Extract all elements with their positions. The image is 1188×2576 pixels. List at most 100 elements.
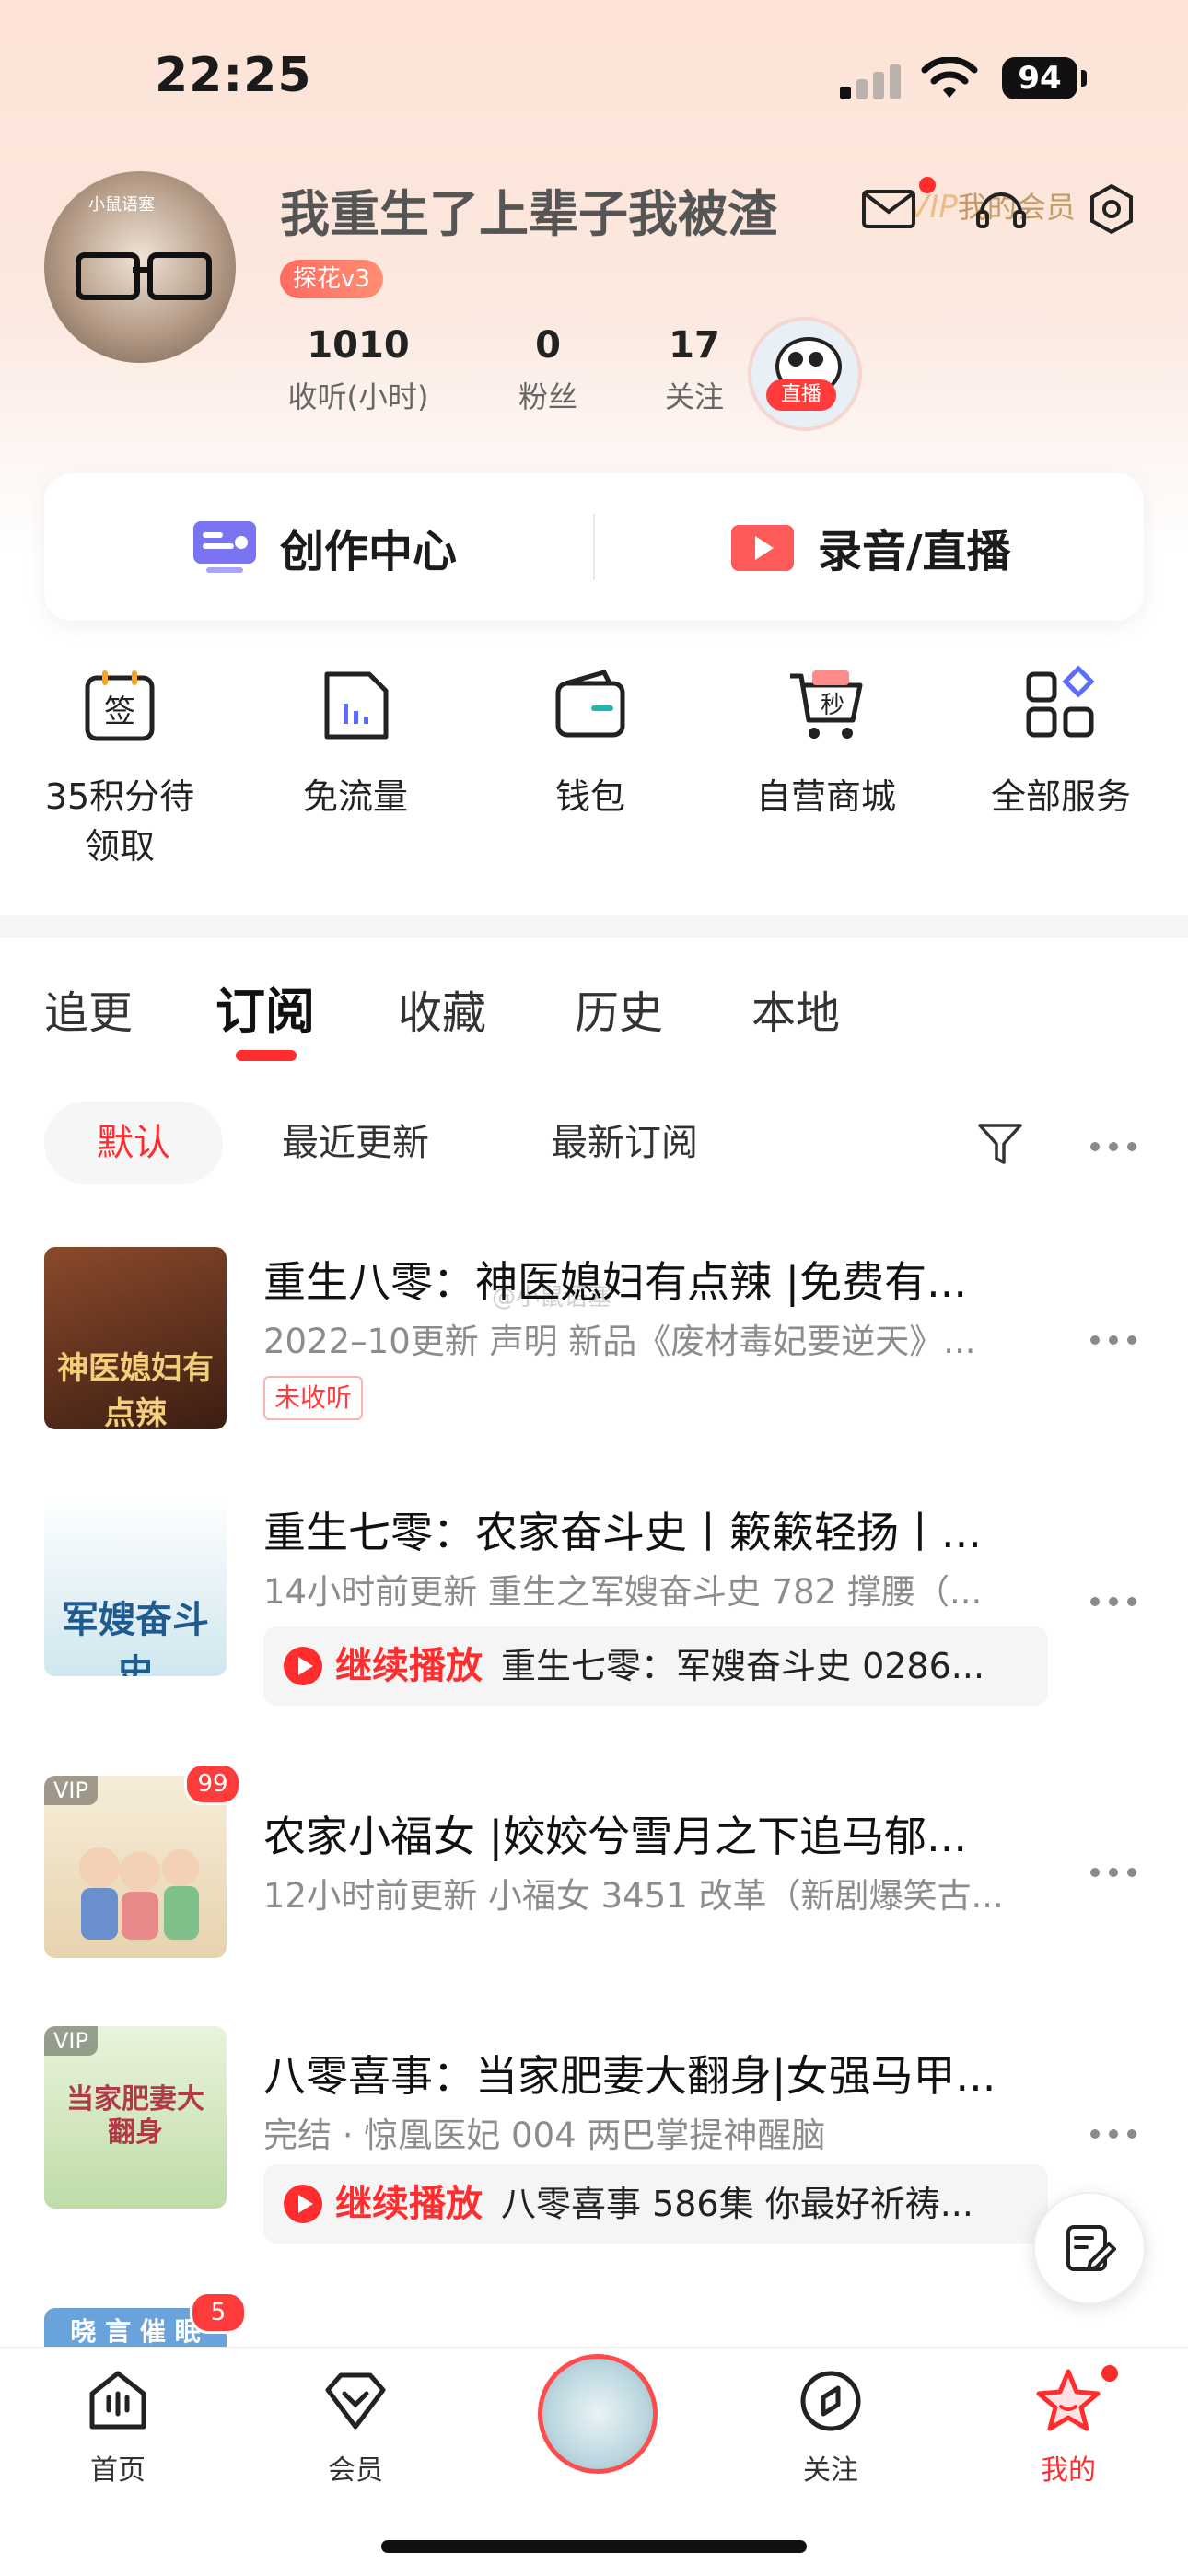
service-wallet[interactable]: 钱包: [472, 663, 709, 822]
resume-playback-bar[interactable]: 继续播放 八零喜事 586集 你最好祈祷...: [263, 2164, 1048, 2244]
settings-icon[interactable]: [1083, 181, 1140, 238]
edit-floating-button[interactable]: [1033, 2192, 1146, 2304]
play-icon: [284, 1647, 322, 1685]
avatar-glasses-bridge: [133, 267, 149, 273]
tab-local[interactable]: 本地: [751, 976, 840, 1041]
all-services-icon: [1026, 665, 1095, 738]
battery-tip: [1081, 70, 1087, 87]
record-video-icon: [731, 525, 794, 571]
resume-label: 继续播放: [335, 2183, 483, 2225]
unheard-tag: 未收听: [263, 1376, 364, 1420]
item-more-icon[interactable]: [1090, 2129, 1136, 2140]
avatar-caption: 小鼠语塞: [88, 195, 155, 215]
tab-favorites[interactable]: 收藏: [398, 976, 486, 1041]
wifi-icon: [921, 57, 978, 98]
avatar-glasses: [147, 252, 212, 300]
service-label: 钱包: [554, 776, 625, 817]
filter-funnel-icon[interactable]: [976, 1120, 1024, 1168]
content-tabs: 追更 订阅 收藏 历史 本地: [0, 976, 1188, 1068]
cover-title: 神医媳妇有点辣: [57, 1350, 214, 1429]
stat-value: 1010: [307, 324, 410, 367]
update-count-badge: 99: [184, 1763, 241, 1805]
headset-service-icon[interactable]: [973, 181, 1030, 238]
tab-history[interactable]: 历史: [575, 976, 663, 1041]
shop-cart-icon: 秒: [790, 670, 863, 739]
resume-episode: 八零喜事 586集 你最好祈祷...: [501, 2184, 973, 2224]
creator-center-label: 创作中心: [280, 526, 458, 577]
nav-label: 会员: [328, 2454, 383, 2487]
resume-label: 继续播放: [335, 1645, 483, 1687]
album-cover[interactable]: VIP 当家肥妻大翻身: [44, 2026, 227, 2209]
item-subtitle: 2022–10更新 声明 新品《废材毒妃要逆天》...: [263, 1322, 976, 1361]
stat-listening-hours[interactable]: 1010 收听(小时): [280, 324, 437, 416]
creator-center-button[interactable]: 创作中心: [192, 473, 457, 621]
service-label: 全部服务: [990, 776, 1131, 817]
service-label: 免流量: [302, 776, 408, 817]
sign-in-icon: 签: [85, 670, 155, 741]
filter-default[interactable]: 默认: [44, 1102, 223, 1184]
svg-text:签: 签: [104, 694, 135, 730]
notification-dot: [919, 177, 936, 193]
data-free-icon: [324, 671, 389, 740]
now-playing-disc[interactable]: [538, 2354, 658, 2474]
nav-label: 我的: [1041, 2454, 1096, 2487]
record-live-button[interactable]: 录音/直播: [729, 473, 1011, 621]
item-more-icon[interactable]: [1090, 1597, 1136, 1608]
username[interactable]: 我重生了上辈子我被渣: [280, 173, 777, 246]
filter-recent-updates[interactable]: 最近更新: [282, 1102, 429, 1184]
status-time: 22:25: [155, 48, 312, 103]
nav-label: 首页: [90, 2454, 146, 2487]
cover-title: 当家肥妻大翻身: [66, 2083, 204, 2149]
filter-newest-subscriptions[interactable]: 最新订阅: [551, 1102, 698, 1184]
home-indicator: [381, 2540, 807, 2553]
tab-subscriptions[interactable]: 订阅: [215, 971, 315, 1043]
stat-value: 0: [535, 324, 561, 367]
stat-label: 粉丝: [518, 379, 577, 414]
me-star-icon: [1036, 2369, 1101, 2431]
nav-home[interactable]: 首页: [40, 2366, 196, 2488]
more-options-icon[interactable]: [1090, 1142, 1136, 1153]
stat-fans[interactable]: 0 粉丝: [502, 324, 594, 416]
live-room-avatar[interactable]: [748, 317, 862, 431]
item-more-icon[interactable]: [1090, 1335, 1136, 1346]
nav-label: 关注: [803, 2454, 858, 2487]
battery-indicator: 94: [1002, 57, 1077, 99]
nav-follow[interactable]: 关注: [752, 2366, 909, 2488]
avatar-glasses: [76, 252, 140, 300]
nav-me[interactable]: 我的: [990, 2366, 1147, 2488]
album-cover[interactable]: 神医媳妇有点辣: [44, 1247, 227, 1429]
stat-value: 17: [669, 324, 720, 367]
service-data-free[interactable]: 免流量: [237, 663, 474, 822]
edit-note-icon: [1066, 2225, 1116, 2271]
section-divider: [0, 915, 1188, 938]
item-more-icon[interactable]: [1090, 1868, 1136, 1879]
wallet-icon: [555, 670, 625, 738]
service-sign-in[interactable]: 签 35积分待 领取: [1, 663, 239, 871]
level-badge[interactable]: 探花v3: [280, 260, 383, 298]
nav-vip[interactable]: 会员: [277, 2366, 434, 2488]
panda-eye: [788, 352, 803, 367]
item-title: 农家小福女 |姣姣兮雪月之下追马郁...: [263, 1812, 967, 1861]
services-row: 签 35积分待 领取 免流量 钱包 秒 自营商城 全部服务: [0, 663, 1188, 1358]
album-cover[interactable]: 军嫂奋斗史: [44, 1494, 227, 1676]
vip-corner-tag: VIP: [44, 1776, 98, 1805]
user-avatar[interactable]: 小鼠语塞: [44, 171, 236, 363]
service-label: 35积分待 领取: [44, 776, 195, 867]
card-divider: [593, 514, 595, 580]
resume-episode: 重生七零：军嫂奋斗史 0286...: [501, 1646, 985, 1686]
home-icon: [89, 2371, 146, 2430]
stat-following[interactable]: 17 关注: [648, 324, 740, 416]
resume-playback-bar[interactable]: 继续播放 重生七零：军嫂奋斗史 0286...: [263, 1626, 1048, 1706]
vip-corner-tag: VIP: [44, 2026, 98, 2056]
service-all[interactable]: 全部服务: [942, 663, 1180, 822]
svg-text:秒: 秒: [821, 692, 844, 719]
tab-follow-updates[interactable]: 追更: [44, 976, 133, 1041]
mail-icon[interactable]: [860, 181, 917, 238]
service-shop[interactable]: 秒 自营商城: [707, 663, 945, 822]
notification-dot: [1101, 2365, 1118, 2382]
panda-eye: [809, 352, 823, 367]
record-live-label: 录音/直播: [818, 526, 1011, 577]
filter-bar: 默认 最近更新 最新订阅: [0, 1102, 1188, 1194]
stat-label: 关注: [664, 379, 724, 414]
stat-label: 收听(小时): [287, 379, 429, 414]
